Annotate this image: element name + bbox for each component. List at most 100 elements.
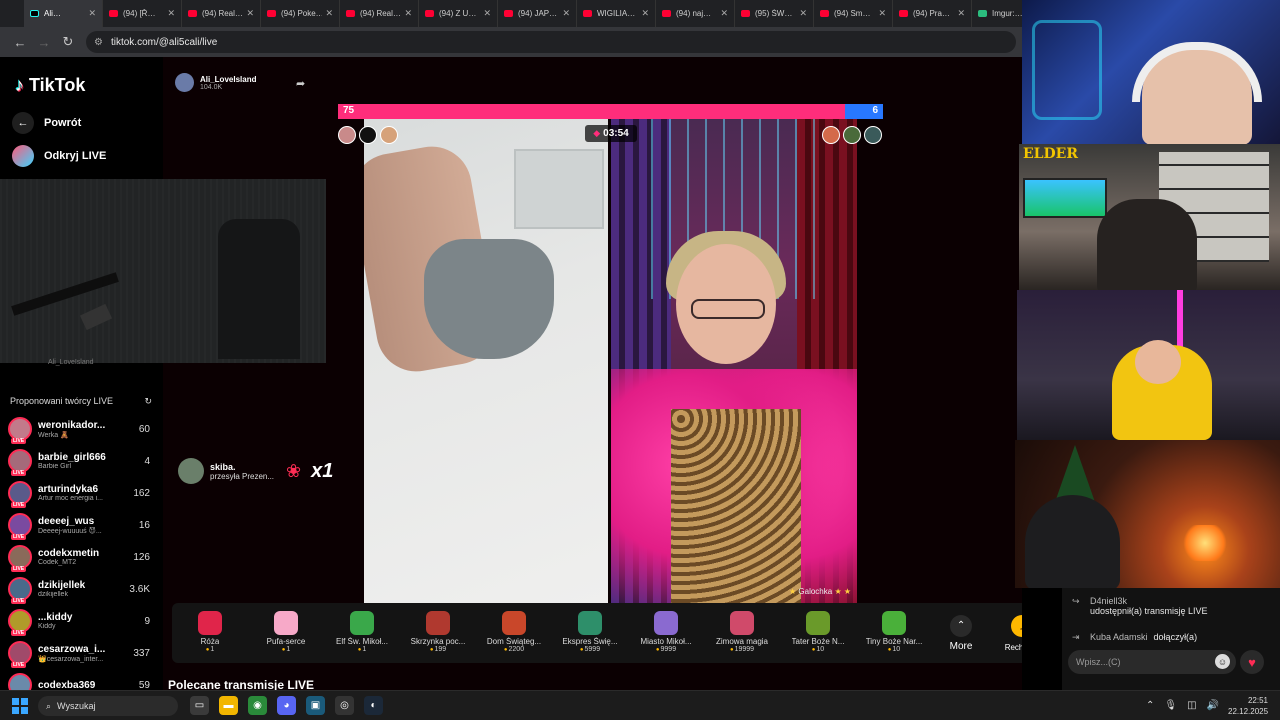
gift-item[interactable]: Tiny Boże Nar...10 (856, 605, 932, 661)
like-heart-button[interactable]: ♥ (1240, 650, 1264, 674)
browser-tab[interactable]: (94) Sm… ✕ (814, 0, 893, 27)
suggested-creator-item[interactable]: ...kiddyKiddy 9 (8, 607, 150, 636)
browser-tab[interactable]: Ali… ✕ (24, 0, 103, 27)
creator-name: arturindyka6 (38, 484, 99, 495)
discover-label: Odkryj LIVE (44, 150, 107, 162)
gift-icon (198, 611, 222, 635)
browser-tab[interactable]: (94) JAP… ✕ (498, 0, 577, 27)
youtube-favicon-icon (109, 10, 118, 17)
browser-tab[interactable]: Imgur:… (972, 0, 1022, 27)
close-tab-icon[interactable]: ✕ (641, 8, 649, 19)
gift-item[interactable]: Elf Św. Mikoł...1 (324, 605, 400, 661)
taskbar-search[interactable]: ⌕ Wyszukaj (38, 696, 178, 716)
tab-label: Ali… (44, 9, 61, 18)
browser-tab[interactable]: (94) [Ř… ✕ (103, 0, 182, 27)
close-tab-icon[interactable]: ✕ (246, 8, 254, 19)
emoji-icon[interactable]: ☺ (1215, 654, 1230, 669)
browser-tab[interactable]: (94) Z U… ✕ (419, 0, 498, 27)
close-tab-icon[interactable]: ✕ (483, 8, 491, 19)
file-explorer-icon[interactable]: ▬ (219, 696, 238, 715)
share-icon[interactable]: ➦ (296, 77, 305, 90)
site-info-icon[interactable]: ⚙ (94, 37, 103, 48)
streamer-avatar[interactable] (175, 73, 194, 92)
gift-item[interactable]: Dom Świąteg...2200 (476, 605, 552, 661)
tray-chevron-icon[interactable]: ⌃ (1146, 700, 1154, 711)
refresh-icon[interactable]: ↻ (144, 396, 152, 407)
suggested-creator-item[interactable]: dzikijellekdzikijellek 3.6K (8, 575, 150, 604)
browser-tab[interactable]: (95) ŚW… ✕ (735, 0, 814, 27)
browser-tab[interactable]: (94) Real… ✕ (182, 0, 261, 27)
browser-tab[interactable]: WIGILIA… ✕ (577, 0, 656, 27)
close-tab-icon[interactable]: ✕ (88, 8, 96, 19)
logo-text: TikTok (29, 75, 86, 95)
reload-icon[interactable]: ↻ (56, 34, 80, 50)
recharge-button[interactable]: ♪ Recharge (996, 614, 1022, 652)
suggested-creator-item[interactable]: cesarzowa_i...👑cesarzowa_inter... 337 (8, 639, 150, 668)
back-link[interactable]: ← Powrót (12, 112, 81, 134)
live-battle-player[interactable]: 75 6 ◆ 03:54 ★ Galochka ★ ★ (338, 104, 883, 604)
url-field[interactable]: ⚙ tiktok.com/@ali5cali/live (86, 31, 1016, 53)
volume-icon[interactable]: 🔊 (1207, 700, 1219, 711)
left-top-gifters[interactable] (338, 126, 398, 144)
close-tab-icon[interactable]: ✕ (404, 8, 412, 19)
task-view-icon[interactable]: ▭ (190, 696, 209, 715)
webcam-2: ELDER (1019, 144, 1280, 290)
address-bar: ← → ↻ ⚙ tiktok.com/@ali5cali/live (0, 27, 1022, 57)
discover-live-link[interactable]: Odkryj LIVE (12, 145, 106, 167)
right-host-tag[interactable]: ★ Galochka ★ ★ (789, 587, 851, 596)
suggested-creator-item[interactable]: deeeej_wusDeeeej-wuuuuś 😈... 16 (8, 511, 150, 540)
close-tab-icon[interactable]: ✕ (878, 8, 886, 19)
gift-icon (350, 611, 374, 635)
chrome-icon[interactable]: ◉ (248, 696, 267, 715)
system-clock[interactable]: 22:51 22.12.2025 (1228, 695, 1268, 717)
close-tab-icon[interactable]: ✕ (167, 8, 175, 19)
more-gifts-button[interactable]: ⌃ More (936, 614, 986, 652)
streamer-info[interactable]: Ali_LoveIsland 104.0K (175, 73, 256, 92)
obs-icon[interactable]: ◎ (335, 696, 354, 715)
close-tab-icon[interactable]: ✕ (325, 8, 333, 19)
browser-tab[interactable]: (94) Real… ✕ (340, 0, 419, 27)
suggested-creator-item[interactable]: arturindyka6Artur moc energia i... 162 (8, 479, 150, 508)
back-icon[interactable]: ← (8, 35, 32, 50)
browser-tab[interactable]: (94) naj… ✕ (656, 0, 735, 27)
gift-item[interactable]: Miasto Mikoł...9999 (628, 605, 704, 661)
suggested-creator-item[interactable]: weronikador...Werka 🧸 60 (8, 415, 150, 444)
chat-input[interactable]: Wpisz...(C) ☺ (1068, 650, 1236, 674)
windows-start-icon[interactable] (12, 698, 28, 714)
forward-icon[interactable]: → (32, 35, 56, 50)
gift-multiplier: x1 (311, 459, 334, 482)
creator-avatar (8, 545, 32, 572)
gift-item[interactable]: Zimowa magia19999 (704, 605, 780, 661)
suggested-creator-item[interactable]: codexba369 59 (8, 671, 150, 690)
chat-user[interactable]: Kuba Adamski (1090, 632, 1148, 643)
under-cam-text: Ali_LoveIsland (48, 359, 94, 366)
gift-tray: Róża1Pufa-serce1Elf Św. Mikoł...1Skrzynk… (172, 603, 1022, 663)
gift-name: Miasto Mikoł... (640, 637, 692, 646)
close-tab-icon[interactable]: ✕ (562, 8, 570, 19)
steam-icon[interactable]: ◐ (364, 696, 383, 715)
gift-item[interactable]: Tater Boże N...10 (780, 605, 856, 661)
gift-text: przesyła Prezen... (210, 471, 275, 481)
gift-item[interactable]: Skrzynka poc...199 (400, 605, 476, 661)
close-tab-icon[interactable]: ✕ (957, 8, 965, 19)
clock-date: 22.12.2025 (1228, 707, 1269, 716)
network-icon[interactable]: ◫ (1187, 700, 1196, 711)
terminal-icon[interactable]: ▣ (306, 696, 325, 715)
suggested-creator-item[interactable]: codekxmetinCodek_MT2 126 (8, 543, 150, 572)
gift-item[interactable]: Róża1 (172, 605, 248, 661)
gift-item[interactable]: Ekspres Świę...5999 (552, 605, 628, 661)
close-tab-icon[interactable]: ✕ (799, 8, 807, 19)
microphone-icon[interactable]: 🎙 (1164, 700, 1177, 711)
discord-icon[interactable]: ◕ (277, 696, 296, 715)
close-tab-icon[interactable]: ✕ (720, 8, 728, 19)
creator-name: codekxmetin (38, 548, 100, 559)
suggested-creator-item[interactable]: barbie_girl666Barbie Girl 4 (8, 447, 150, 476)
browser-tab[interactable]: (94) Poke… ✕ (261, 0, 340, 27)
gift-item[interactable]: Pufa-serce1 (248, 605, 324, 661)
right-top-gifters[interactable] (822, 126, 882, 144)
tiktok-logo[interactable]: ♪ TikTok (15, 75, 85, 96)
chat-user[interactable]: D4niell3k (1090, 596, 1208, 606)
browser-tab[interactable]: (94) Pra… ✕ (893, 0, 972, 27)
streamer-name: Ali_LoveIsland (200, 74, 257, 84)
creator-avatar (8, 417, 32, 444)
